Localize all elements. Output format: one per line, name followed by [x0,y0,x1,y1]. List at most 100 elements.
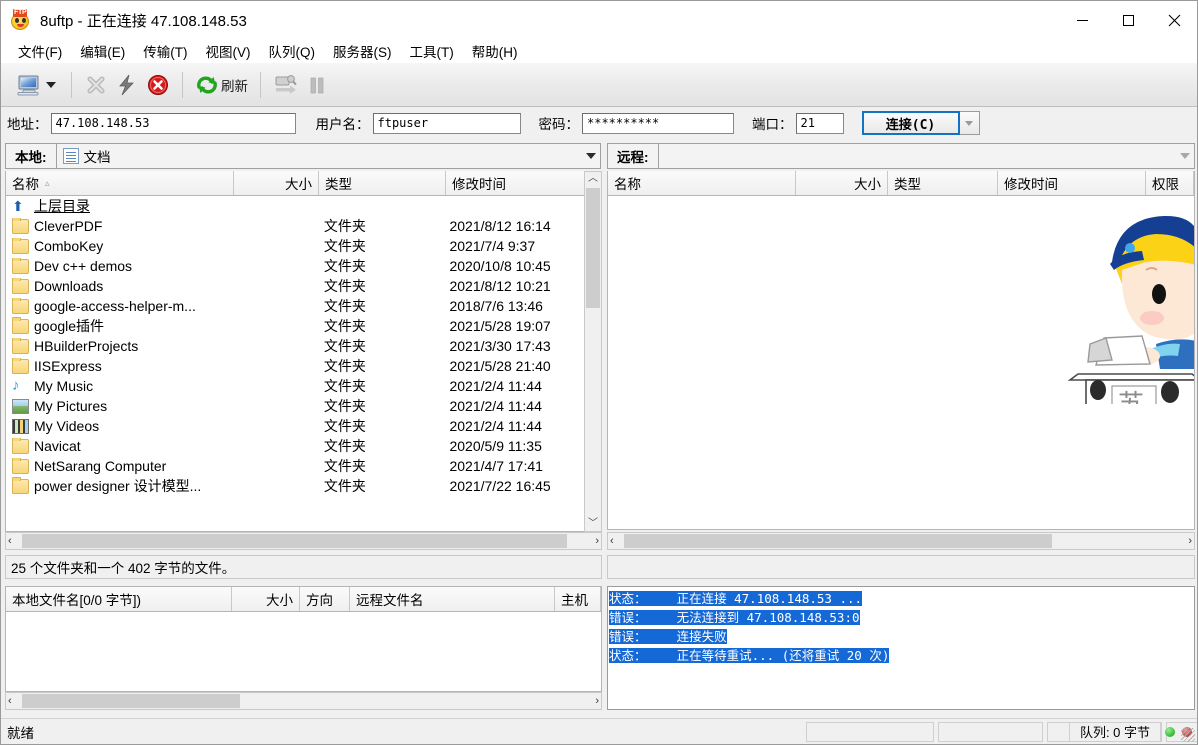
log-panel[interactable]: 状态： 正在连接 47.108.148.53 ... 错误： 无法连接到 47.1… [607,586,1195,710]
minimize-button[interactable] [1059,1,1105,39]
log-line[interactable]: 状态： 正在等待重试... (还将重试 20 次) [609,646,1194,665]
menu-edit[interactable]: 编辑(E) [71,39,134,63]
folder-icon [12,238,29,254]
table-row[interactable]: My Pictures 文件夹 2021/2/4 11:44 [6,396,584,416]
transfer-queue-icon [275,74,297,94]
scroll-up-icon[interactable]: ︿ [588,172,598,186]
table-row[interactable]: Downloads 文件夹 2021/8/12 10:21 [6,276,584,296]
remote-col-permissions[interactable]: 权限 [1146,171,1194,195]
local-col-date[interactable]: 修改时间 [446,171,586,195]
local-hscroll-thumb[interactable] [22,534,567,548]
remote-col-date[interactable]: 修改时间 [998,171,1146,195]
queue-col-remotename[interactable]: 远程文件名 [350,587,555,611]
file-name-cell: NetSarang Computer [6,458,233,474]
menu-bar: 文件(F) 编辑(E) 传输(T) 视图(V) 队列(Q) 服务器(S) 工具(… [1,39,1197,63]
documents-icon [62,148,79,164]
remote-hscroll-thumb[interactable] [624,534,1052,548]
local-file-list[interactable]: ⬆ 上层目录 CleverPDF 文件夹 2021/8/12 16:14 ComboKey… [5,196,585,532]
remote-tab-label[interactable]: 远程: [607,143,659,169]
table-row[interactable]: My Videos 文件夹 2021/2/4 11:44 [6,416,584,436]
menu-server[interactable]: 服务器(S) [324,39,401,63]
table-row[interactable]: power designer 设计模型... 文件夹 2021/7/22 16:45 [6,476,584,496]
folder-icon [12,278,29,294]
local-tab-label[interactable]: 本地: [5,143,57,169]
queue-hscroll-thumb[interactable] [22,694,240,708]
connect-dropdown-button[interactable] [959,111,980,135]
scroll-left-icon[interactable]: ‹ [610,535,614,547]
table-row[interactable]: ComboKey 文件夹 2021/7/4 9:37 [6,236,584,256]
local-path-combo[interactable]: 文档 [56,143,601,169]
disconnect-button[interactable] [80,68,112,102]
table-row[interactable]: google-access-helper-m... 文件夹 2018/7/6 13:… [6,296,584,316]
queue-col-size[interactable]: 大小 [232,587,300,611]
scroll-right-icon[interactable]: › [595,695,599,707]
table-row[interactable]: google插件 文件夹 2021/5/28 19:07 [6,316,584,336]
password-input[interactable]: ********** [582,112,734,134]
username-input[interactable]: ftpuser [372,112,521,134]
local-scroll-thumb[interactable] [586,188,600,308]
queue-col-localname[interactable]: 本地文件名[0/0 字节]) [6,587,232,611]
menu-transfer[interactable]: 传输(T) [134,39,196,63]
file-name-label: ComboKey [34,238,104,254]
pause-button[interactable] [303,68,331,102]
connect-button[interactable]: 连接(C) [861,111,960,135]
log-line[interactable]: 错误： 连接失败 [609,627,1194,646]
remote-col-name[interactable]: 名称 [608,171,796,195]
close-button[interactable] [1151,1,1197,39]
chevron-down-icon[interactable] [586,153,596,159]
log-line[interactable]: 错误： 无法连接到 47.108.148.53:0 [609,608,1194,627]
local-col-name[interactable]: 名称 ▵ [6,171,234,195]
maximize-button[interactable] [1105,1,1151,39]
username-label: 用户名： [315,117,370,132]
table-row[interactable]: ⬆ 上层目录 [6,196,584,216]
queue-list-body[interactable] [5,612,602,692]
refresh-button[interactable]: 刷新 [191,68,252,102]
quick-connect-button[interactable] [112,68,142,102]
menu-file[interactable]: 文件(F) [9,39,71,63]
file-date-cell: 2021/2/4 11:44 [449,398,542,414]
stop-button[interactable] [142,68,174,102]
scroll-right-icon[interactable]: › [595,535,599,547]
remote-col-size[interactable]: 大小 [796,171,888,195]
transfer-queue-button[interactable] [269,68,303,102]
site-manager-icon [17,75,39,95]
remote-col-type[interactable]: 类型 [888,171,998,195]
local-vertical-scrollbar[interactable]: ︿ ﹀ [584,171,602,532]
menu-view[interactable]: 视图(V) [197,39,260,63]
scroll-down-icon[interactable]: ﹀ [588,517,598,531]
chevron-down-icon[interactable] [1180,153,1190,159]
table-row[interactable]: Dev c++ demos 文件夹 2020/10/8 10:45 [6,256,584,276]
queue-col-direction[interactable]: 方向 [300,587,350,611]
scroll-left-icon[interactable]: ‹ [8,695,12,707]
remote-horizontal-scrollbar[interactable]: ‹ › [607,532,1195,550]
log-line[interactable]: 状态： 正在连接 47.108.148.53 ... [609,589,1194,608]
menu-queue[interactable]: 队列(Q) [260,39,325,63]
table-row[interactable]: Navicat 文件夹 2020/5/9 11:35 [6,436,584,456]
address-input[interactable]: 47.108.148.53 [50,112,296,134]
chevron-down-icon[interactable] [46,81,56,88]
file-date-cell: 2020/10/8 10:45 [449,258,551,274]
scroll-left-icon[interactable]: ‹ [8,535,12,547]
port-label: 端口： [752,117,793,132]
queue-col-host[interactable]: 主机 [555,587,601,611]
table-row[interactable]: NetSarang Computer 文件夹 2021/4/7 17:41 [6,456,584,476]
menu-help[interactable]: 帮助(H) [463,39,527,63]
file-type-cell: 文件夹 [323,378,366,394]
site-manager-button[interactable] [11,68,63,102]
up-arrow-icon: ⬆ [12,197,24,214]
table-row[interactable]: CleverPDF 文件夹 2021/8/12 16:14 [6,216,584,236]
remote-file-list[interactable]: 苏 [607,196,1195,530]
local-col-type[interactable]: 类型 [319,171,446,195]
port-input[interactable]: 21 [795,112,844,134]
remote-path-combo[interactable] [658,143,1195,169]
resize-grip-icon[interactable] [1181,728,1195,742]
table-row[interactable]: IISExpress 文件夹 2021/5/28 21:40 [6,356,584,376]
table-row[interactable]: ♪ My Music 文件夹 2021/2/4 11:44 [6,376,584,396]
file-date-cell: 2021/5/28 21:40 [449,358,551,374]
local-horizontal-scrollbar[interactable]: ‹ › [5,532,602,550]
table-row[interactable]: HBuilderProjects 文件夹 2021/3/30 17:43 [6,336,584,356]
queue-horizontal-scrollbar[interactable]: ‹ › [5,692,602,710]
scroll-right-icon[interactable]: › [1188,535,1192,547]
menu-tools[interactable]: 工具(T) [401,39,463,63]
local-col-size[interactable]: 大小 [234,171,319,195]
